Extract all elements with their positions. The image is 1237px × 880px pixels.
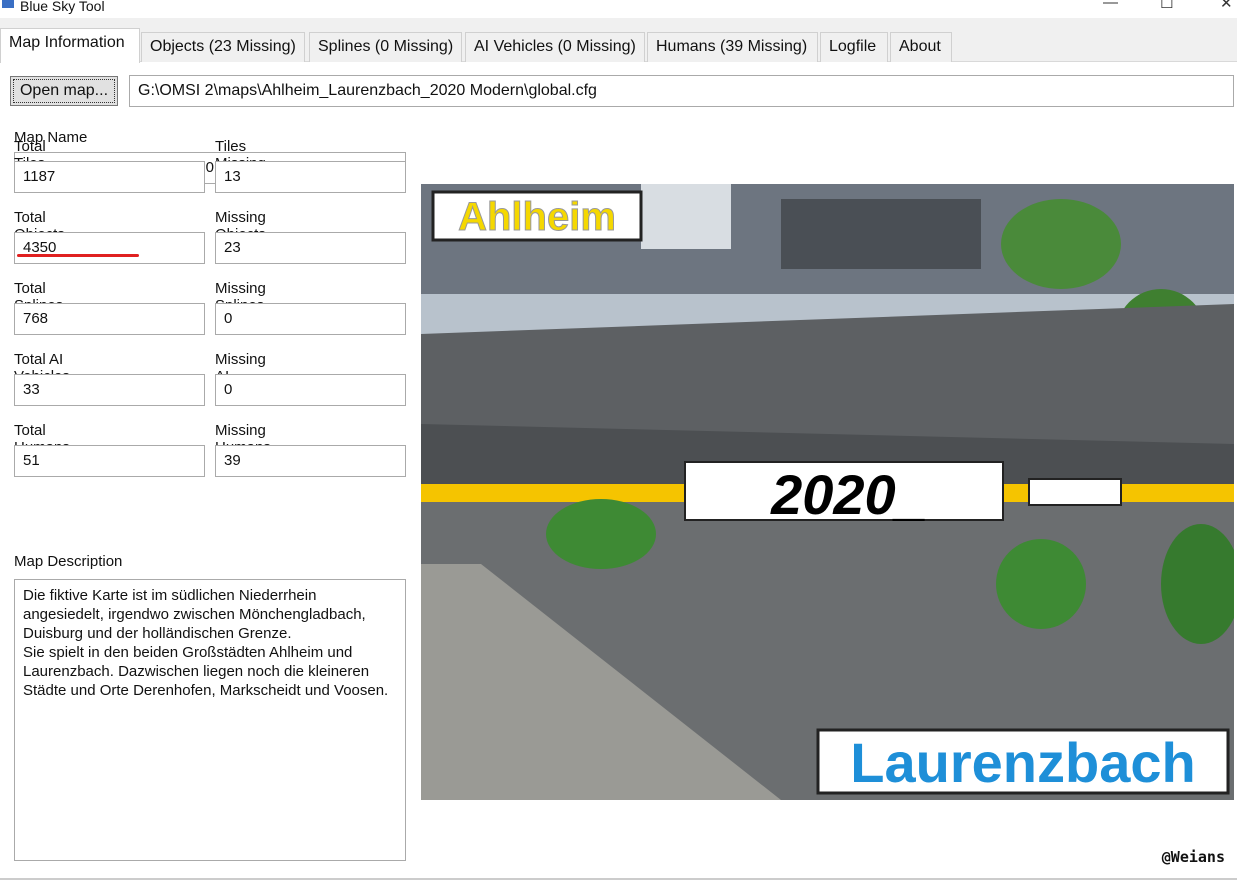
tab-objects[interactable]: Objects (23 Missing) [141, 32, 305, 62]
ahlheim-sign: Ahlheim [458, 195, 616, 239]
map-description-label: Map Description [14, 553, 123, 570]
title-bar: Blue Sky Tool — ☐ ✕ [0, 0, 1237, 18]
total-value-input[interactable]: 1187 [14, 161, 205, 193]
red-underline-annotation [17, 254, 139, 257]
year-sign: 2020_ [770, 463, 927, 526]
missing-value-input[interactable]: 23 [215, 232, 406, 264]
open-map-button[interactable]: Open map... [10, 76, 118, 106]
missing-value-input[interactable]: 0 [215, 374, 406, 406]
missing-value-input[interactable]: 0 [215, 303, 406, 335]
missing-value-input[interactable]: 39 [215, 445, 406, 477]
tab-strip: Map Information Objects (23 Missing) Spl… [0, 18, 1237, 63]
tab-logfile[interactable]: Logfile [820, 32, 888, 62]
tab-splines[interactable]: Splines (0 Missing) [309, 32, 462, 62]
tab-map-information[interactable]: Map Information [0, 28, 140, 63]
minimize-button[interactable]: — [1103, 0, 1118, 11]
total-value-input[interactable]: 768 [14, 303, 205, 335]
map-information-panel: Open map... G:\OMSI 2\maps\Ahlheim_Laure… [0, 62, 1237, 878]
total-value-input[interactable]: 51 [14, 445, 205, 477]
total-value-input[interactable]: 4350 [14, 232, 205, 264]
app-icon [2, 0, 14, 8]
missing-value-input[interactable]: 13 [215, 161, 406, 193]
close-button[interactable]: ✕ [1220, 0, 1233, 12]
maximize-button[interactable]: ☐ [1160, 0, 1173, 12]
map-preview-image: Ahlheim 2020_ Laurenzbach [421, 184, 1234, 800]
window-title: Blue Sky Tool [20, 0, 105, 14]
tab-ai-vehicles[interactable]: AI Vehicles (0 Missing) [465, 32, 645, 62]
map-description-textarea[interactable]: Die fiktive Karte ist im südlichen Niede… [14, 579, 406, 861]
watermark: @Weians [1161, 848, 1225, 866]
tab-humans[interactable]: Humans (39 Missing) [647, 32, 818, 62]
total-value-input[interactable]: 33 [14, 374, 205, 406]
tab-about[interactable]: About [890, 32, 952, 62]
laurenzbach-sign: Laurenzbach [850, 731, 1195, 794]
map-path-input[interactable]: G:\OMSI 2\maps\Ahlheim_Laurenzbach_2020 … [129, 75, 1234, 107]
